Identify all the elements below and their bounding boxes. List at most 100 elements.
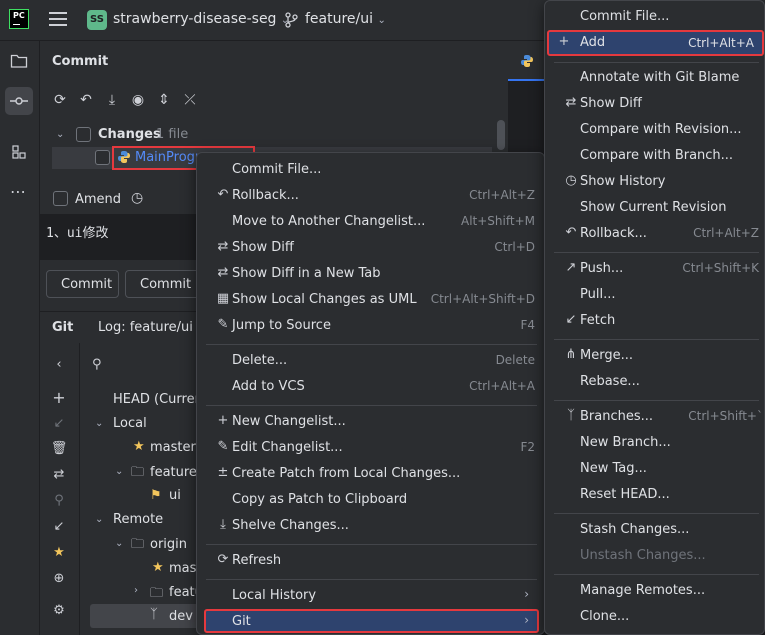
plus-icon[interactable]: + — [50, 388, 68, 407]
file-checkbox[interactable] — [95, 150, 110, 165]
collapse-icon[interactable]: ⤫ — [181, 92, 199, 108]
star-icon[interactable]: ★ — [50, 545, 68, 560]
menu-move-changelist[interactable]: Move to Another Changelist... Alt+Shift+… — [206, 210, 537, 236]
changes-label: Changes — [98, 127, 161, 142]
target-icon[interactable]: ⊕ — [50, 571, 68, 586]
search-icon[interactable]: ⚲ — [92, 357, 102, 372]
chevron-down-icon[interactable]: ⌄ — [115, 538, 123, 549]
menu-shortcut: Alt+Shift+M — [461, 214, 535, 228]
git-rebase[interactable]: Rebase... — [554, 370, 759, 396]
tab-log[interactable]: Log: feature/ui — [98, 320, 193, 335]
branch-selector[interactable]: feature/ui ⌄ — [305, 11, 386, 27]
git-stash[interactable]: Stash Changes... — [554, 518, 759, 544]
compare-icon[interactable]: ⇄ — [50, 467, 68, 482]
tree-origin[interactable]: origin — [150, 537, 187, 552]
tree-dev[interactable]: dev — [169, 609, 193, 624]
git-compare-branch[interactable]: Compare with Branch... — [554, 144, 759, 170]
chevron-down-icon[interactable]: ⌄ — [56, 129, 64, 140]
git-reset-head[interactable]: Reset HEAD... — [554, 483, 759, 509]
tree-master[interactable]: master — [150, 440, 196, 455]
trash-icon[interactable]: 🗑 — [50, 441, 68, 456]
search-icon[interactable]: ⚲ — [50, 493, 68, 508]
commit-button[interactable]: Commit — [46, 270, 119, 298]
menu-separator — [554, 252, 759, 253]
changes-checkbox[interactable] — [76, 127, 91, 142]
git-pull[interactable]: Pull... — [554, 283, 759, 309]
arrow-down-left-icon[interactable]: ↙ — [50, 519, 68, 534]
tree-feature[interactable]: feature — [150, 465, 197, 480]
structure-icon[interactable] — [5, 138, 33, 166]
tree-ui[interactable]: ui — [169, 488, 181, 503]
git-annotate[interactable]: Annotate with Git Blame — [554, 66, 759, 92]
git-new-tag[interactable]: New Tag... — [554, 457, 759, 483]
menu-show-uml[interactable]: ▦ Show Local Changes as UML Ctrl+Alt+Shi… — [206, 288, 537, 314]
chevron-right-icon: › — [524, 613, 529, 627]
main-menu-icon[interactable] — [49, 12, 67, 26]
chevron-left-icon[interactable]: ‹ — [50, 357, 68, 372]
git-rollback[interactable]: ↶ Rollback... Ctrl+Alt+Z — [554, 222, 759, 248]
git-new-branch[interactable]: New Branch... — [554, 431, 759, 457]
more-icon[interactable]: ⋯ — [5, 178, 33, 206]
menu-shelve-changes[interactable]: ⤓ Shelve Changes... — [206, 514, 537, 540]
project-avatar[interactable]: SS — [87, 10, 107, 30]
folder-icon[interactable] — [5, 47, 33, 75]
menu-shortcut: F2 — [520, 440, 535, 454]
menu-show-diff[interactable]: ⇄ Show Diff Ctrl+D — [206, 236, 537, 262]
settings-icon[interactable]: ⚙ — [50, 603, 68, 618]
chevron-down-icon[interactable]: ⌄ — [95, 418, 103, 429]
git-show-history[interactable]: ◷ Show History — [554, 170, 759, 196]
scrollbar[interactable] — [497, 120, 505, 150]
chevron-down-icon[interactable]: ⌄ — [95, 514, 103, 525]
chevron-right-icon[interactable]: › — [134, 585, 138, 596]
commit-and-push-button[interactable]: Commit a — [125, 270, 205, 298]
git-compare-revision[interactable]: Compare with Revision... — [554, 118, 759, 144]
editor-tab[interactable] — [508, 41, 548, 81]
commit-icon[interactable] — [5, 87, 33, 115]
git-merge[interactable]: ⋔ Merge... — [554, 344, 759, 370]
clock-icon[interactable]: ◷ — [131, 190, 143, 206]
menu-label: Edit Changelist... — [232, 440, 343, 455]
tree-remote[interactable]: Remote — [113, 512, 163, 527]
menu-commit-file[interactable]: Commit File... — [206, 158, 537, 184]
menu-local-history[interactable]: Local History › — [206, 584, 537, 610]
menu-rollback[interactable]: ↶ Rollback... Ctrl+Alt+Z — [206, 184, 537, 210]
git-push[interactable]: ↗ Push... Ctrl+Shift+K — [554, 257, 759, 283]
branch-icon: ᛉ — [150, 607, 158, 622]
menu-jump-to-source[interactable]: ✎ Jump to Source F4 — [206, 314, 537, 340]
arrow-down-left-icon[interactable]: ↙ — [50, 416, 68, 431]
git-commit-file[interactable]: Commit File... — [554, 5, 759, 31]
tab-git[interactable]: Git — [52, 320, 73, 335]
tree-head[interactable]: HEAD (Current — [113, 392, 208, 407]
menu-copy-patch[interactable]: Copy as Patch to Clipboard — [206, 488, 537, 514]
eye-icon[interactable]: ◉ — [129, 92, 147, 108]
tree-local[interactable]: Local — [113, 416, 147, 431]
menu-git[interactable]: Git › — [204, 609, 539, 633]
refresh-icon[interactable]: ⟳ — [51, 92, 69, 108]
amend-checkbox[interactable] — [53, 191, 68, 206]
git-fetch[interactable]: ↙ Fetch — [554, 309, 759, 335]
menu-show-diff-new-tab[interactable]: ⇄ Show Diff in a New Tab — [206, 262, 537, 288]
menu-separator — [206, 544, 537, 545]
project-name: strawberry-disease-seg — [113, 11, 277, 27]
menu-label: Local History — [232, 588, 317, 603]
menu-refresh[interactable]: ⟳ Refresh — [206, 549, 537, 575]
rollback-icon[interactable]: ↶ — [77, 92, 95, 108]
chevron-down-icon[interactable]: ⌄ — [115, 466, 123, 477]
expand-icon[interactable]: ⇕ — [155, 92, 173, 108]
git-clone[interactable]: Clone... — [554, 605, 759, 631]
menu-add-to-vcs[interactable]: Add to VCS Ctrl+Alt+A — [206, 375, 537, 401]
git-manage-remotes[interactable]: Manage Remotes... — [554, 579, 759, 605]
menu-create-patch[interactable]: ± Create Patch from Local Changes... — [206, 462, 537, 488]
menu-label: New Changelist... — [232, 414, 346, 429]
git-show-diff[interactable]: ⇄ Show Diff — [554, 92, 759, 118]
git-add[interactable]: + Add Ctrl+Alt+A — [547, 30, 764, 56]
menu-delete[interactable]: Delete... Delete — [206, 349, 537, 375]
menu-edit-changelist[interactable]: ✎ Edit Changelist... F2 — [206, 436, 537, 462]
git-show-current-revision[interactable]: Show Current Revision — [554, 196, 759, 222]
menu-new-changelist[interactable]: + New Changelist... — [206, 410, 537, 436]
project-selector[interactable]: strawberry-disease-seg ⌄ — [113, 11, 289, 27]
pencil-icon: ✎ — [217, 317, 229, 332]
chevron-down-icon: ⌄ — [377, 15, 386, 26]
git-branches[interactable]: ᛉ Branches... Ctrl+Shift+` — [554, 405, 763, 431]
download-icon[interactable]: ⤓ — [103, 92, 121, 108]
